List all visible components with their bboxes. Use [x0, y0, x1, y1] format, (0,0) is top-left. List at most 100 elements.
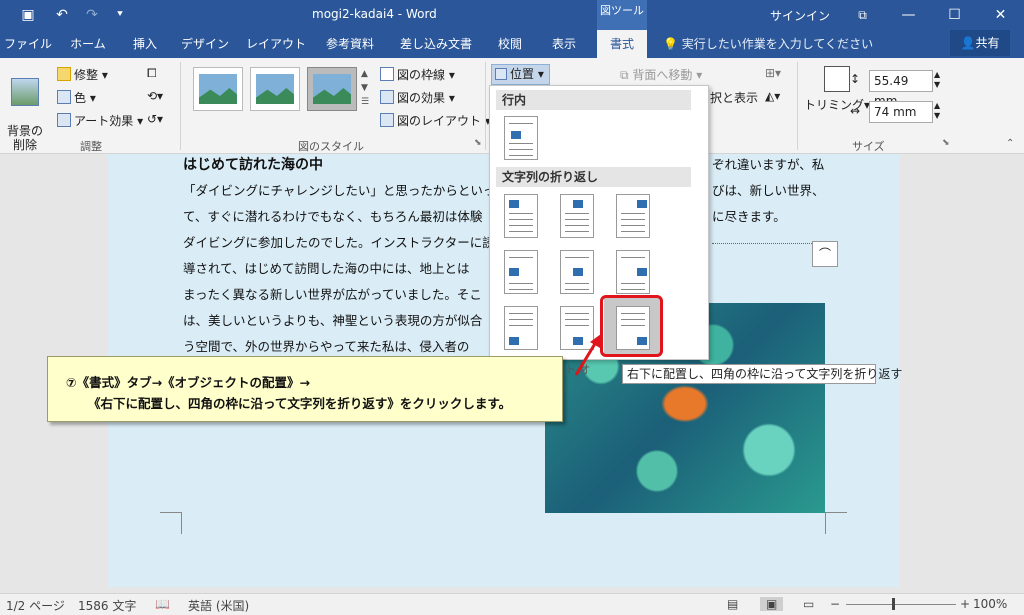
- color-button[interactable]: 色 ▾: [57, 89, 96, 106]
- close-button[interactable]: ✕: [978, 0, 1023, 30]
- position-top-center-option[interactable]: [560, 194, 594, 238]
- paragraph-line: 「ダイビングにチャレンジしたい」と思ったからといっ: [183, 183, 496, 198]
- paragraph-line: ダイビングに参加したのでした。インストラクターに誘: [183, 235, 495, 250]
- paragraph-line: は、美しいというよりも、神聖という表現の方が似合: [183, 313, 483, 328]
- tab-file[interactable]: ファイル: [4, 30, 52, 58]
- tab-review[interactable]: 校閲: [488, 30, 532, 58]
- send-backward-button[interactable]: ⧉ 背面へ移動 ▾: [620, 66, 702, 83]
- zoom-slider[interactable]: [846, 604, 956, 605]
- crop-icon: [824, 66, 851, 92]
- save-icon[interactable]: ▣: [18, 5, 38, 25]
- customize-qat-icon[interactable]: ⯆: [110, 5, 130, 25]
- tab-design[interactable]: デザイン: [176, 30, 234, 58]
- width-spinner[interactable]: ▲ ▼: [934, 101, 940, 121]
- remove-background-button[interactable]: 背景の 削除: [6, 64, 44, 152]
- redo-icon[interactable]: ↷: [82, 5, 102, 25]
- tab-references[interactable]: 参考資料: [318, 30, 382, 58]
- inline-header: 行内: [496, 90, 691, 110]
- paragraph-line: に尽きます。: [712, 209, 786, 224]
- signin-link[interactable]: サインイン: [770, 7, 830, 24]
- color-icon: [57, 90, 71, 104]
- callout-line: 《右下に配置し、四角の枠に沿って文字列を折り返す》をクリックします。: [88, 396, 512, 411]
- share-label: 共有: [975, 36, 1000, 50]
- art-effects-button[interactable]: アート効果 ▾: [57, 112, 143, 129]
- send-backward-label: 背面へ移動: [632, 68, 693, 82]
- position-inline-option[interactable]: [504, 116, 538, 160]
- status-bar: 1/2 ページ 1586 文字 📖 英語 (米国) ▤ ▣ ▭ − + 100%: [0, 593, 1024, 615]
- tab-layout[interactable]: レイアウト: [244, 30, 308, 58]
- position-bottom-left-option[interactable]: [504, 306, 538, 350]
- reset-picture-icon[interactable]: ↺▾: [147, 112, 163, 126]
- zoom-in-icon[interactable]: +: [960, 597, 970, 611]
- corrections-button[interactable]: 修整 ▾: [57, 66, 108, 83]
- picture-border-button[interactable]: 図の枠線 ▾: [380, 66, 455, 83]
- zoom-thumb[interactable]: [892, 598, 895, 610]
- zoom-level[interactable]: 100%: [973, 597, 1007, 611]
- collapse-ribbon-icon[interactable]: ⌃: [1006, 138, 1014, 149]
- maximize-button[interactable]: ☐: [932, 0, 977, 30]
- width-field[interactable]: 74 mm: [869, 101, 933, 123]
- align-icon[interactable]: ⊞▾: [765, 66, 781, 80]
- group-size-label: サイズ: [852, 140, 885, 153]
- corrections-label: 修整: [74, 68, 99, 82]
- width-icon: ↔: [850, 104, 861, 118]
- height-field[interactable]: 55.49 mm: [869, 70, 933, 108]
- tell-me-box[interactable]: 💡 実行したい作業を入力してください: [663, 30, 873, 58]
- picture-layout-button[interactable]: 図のレイアウト ▾: [380, 112, 491, 129]
- context-tab-label: 図ツール: [597, 0, 647, 30]
- change-picture-icon[interactable]: ⟲▾: [147, 89, 163, 103]
- picture-border-label: 図の枠線: [397, 68, 446, 82]
- proofing-icon[interactable]: 📖: [155, 597, 170, 611]
- selection-pane-button[interactable]: 択と表示: [710, 89, 758, 106]
- tab-format[interactable]: 書式: [597, 30, 647, 58]
- layout-options-icon[interactable]: ⌒: [812, 241, 838, 267]
- remove-background-label: 背景の 削除: [6, 124, 43, 152]
- color-label: 色: [74, 91, 87, 105]
- tab-view[interactable]: 表示: [542, 30, 586, 58]
- picture-effects-button[interactable]: 図の効果 ▾: [380, 89, 455, 106]
- minimize-button[interactable]: —: [886, 0, 931, 30]
- ribbon-display-icon[interactable]: ⧉: [840, 0, 885, 30]
- picture-style-1[interactable]: [193, 67, 243, 111]
- paragraph-line: う空間で、外の世界からやって来た私は、侵入者の: [183, 339, 470, 354]
- share-button[interactable]: 👤共有: [950, 30, 1010, 56]
- tab-home[interactable]: ホーム: [62, 30, 114, 58]
- tab-insert[interactable]: 挿入: [124, 30, 166, 58]
- tab-mailings[interactable]: 差し込み文書: [394, 30, 478, 58]
- position-top-right-option[interactable]: [616, 194, 650, 238]
- language[interactable]: 英語 (米国): [188, 597, 249, 614]
- instruction-callout: ⑦《書式》タブ→《オブジェクトの配置》→ 《右下に配置し、四角の枠に沿って文字列…: [47, 356, 563, 422]
- picture-style-3[interactable]: [307, 67, 357, 111]
- art-effects-icon: [57, 113, 71, 127]
- size-launcher-icon[interactable]: ⬊: [942, 138, 950, 148]
- picture-style-2[interactable]: [250, 67, 300, 111]
- height-spinner[interactable]: ▲ ▼: [934, 70, 940, 90]
- undo-icon[interactable]: ↶: [52, 5, 72, 25]
- zoom-out-icon[interactable]: −: [830, 597, 840, 611]
- position-button[interactable]: 位置 ▾: [491, 64, 550, 85]
- position-middle-right-option[interactable]: [616, 250, 650, 294]
- styles-scroll[interactable]: ▲ ▼ ☰: [361, 67, 369, 109]
- position-dropdown: 行内 文字列の折り返し: [489, 85, 709, 360]
- position-top-left-option[interactable]: [504, 194, 538, 238]
- person-icon: 👤: [960, 36, 976, 50]
- separator: [797, 62, 798, 150]
- compress-pictures-icon[interactable]: ⧠: [147, 66, 157, 81]
- section-break: [712, 243, 812, 244]
- print-layout-icon[interactable]: ▣: [760, 597, 784, 611]
- effects-icon: [380, 90, 394, 104]
- margin-mark: [825, 512, 847, 534]
- web-layout-icon[interactable]: ▭: [803, 597, 814, 611]
- position-middle-left-option[interactable]: [504, 250, 538, 294]
- read-mode-icon[interactable]: ▤: [727, 597, 738, 611]
- word-count[interactable]: 1586 文字: [78, 597, 136, 614]
- dialog-launcher-icon[interactable]: ⬊: [474, 138, 482, 148]
- pen-icon: [380, 67, 394, 81]
- page-count[interactable]: 1/2 ページ: [6, 597, 65, 614]
- tooltip: 右下に配置し、四角の枠に沿って文字列を折り返す: [622, 364, 902, 384]
- tell-me-text: 実行したい作業を入力してください: [681, 37, 874, 51]
- paragraph-line: て、すぐに潜れるわけでもなく、もちろん最初は体験: [183, 209, 483, 224]
- crop-button[interactable]: トリミング▾: [804, 66, 870, 113]
- rotate-icon[interactable]: ◭▾: [765, 89, 780, 103]
- position-middle-center-option[interactable]: [560, 250, 594, 294]
